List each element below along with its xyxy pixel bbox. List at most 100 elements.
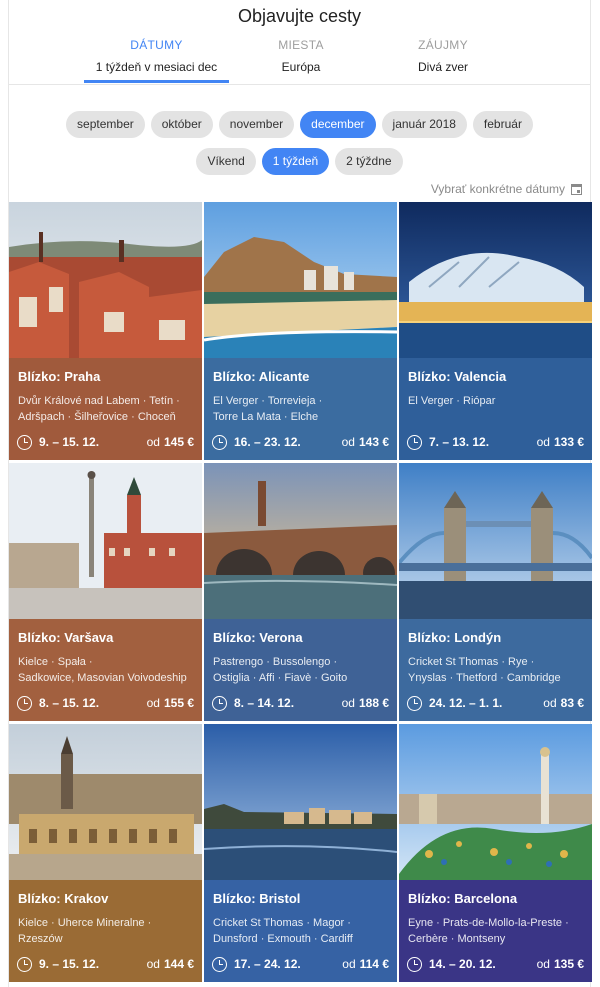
specific-dates-link[interactable]: Vybrať konkrétne dátumy bbox=[431, 182, 582, 196]
destination-name: Blízko: Varšava bbox=[18, 630, 114, 645]
tab-label: DÁTUMY bbox=[130, 38, 183, 52]
price-value: 144 € bbox=[163, 957, 194, 971]
places-line: Torre La Mata · Elche bbox=[213, 411, 319, 423]
trip-price: od 145 € bbox=[147, 435, 194, 449]
chip-month-september[interactable]: september bbox=[66, 111, 145, 138]
destination-card-verona[interactable]: Blízko: Verona Pastrengo · Bussolengo · O… bbox=[204, 463, 397, 721]
trip-dates: 16. – 23. 12. bbox=[234, 435, 301, 449]
clock-icon bbox=[212, 434, 227, 450]
places-line: Dunsford · Exmouth · Cardiff bbox=[213, 933, 353, 945]
clock-icon bbox=[17, 956, 32, 972]
destination-card-bristol[interactable]: Blízko: Bristol Cricket St Thomas · Mago… bbox=[204, 724, 397, 982]
trip-dates: 9. – 15. 12. bbox=[39, 435, 100, 449]
destination-photo-valencia bbox=[399, 202, 592, 358]
tab-dates[interactable]: DÁTUMY 1 týždeň v mesiaci dec bbox=[84, 36, 229, 83]
destination-grid: Blízko: Praha Dvůr Králové nad Labem · T… bbox=[9, 202, 592, 982]
price-value: 155 € bbox=[163, 696, 194, 710]
nearby-places: Kielce · Spała · Sadkowice, Masovian Voiv… bbox=[18, 654, 196, 686]
chip-month-december[interactable]: december bbox=[300, 111, 376, 138]
tab-value: 1 týždeň v mesiaci dec bbox=[95, 60, 218, 74]
chip-duration-weekend[interactable]: Víkend bbox=[196, 148, 256, 175]
destination-photo-barcelona bbox=[399, 724, 592, 880]
clock-icon bbox=[17, 695, 32, 711]
trip-summary: 8. – 15. 12. od 155 € bbox=[17, 694, 194, 712]
destination-card-valencia[interactable]: Blízko: Valencia El Verger · Riópar 7. –… bbox=[399, 202, 592, 460]
clock-icon bbox=[407, 695, 422, 711]
trip-summary: 24. 12. – 1. 1. od 83 € bbox=[407, 694, 584, 712]
trip-price: od 143 € bbox=[342, 435, 389, 449]
tab-interests[interactable]: ZÁUJMY Divá zver bbox=[369, 36, 517, 74]
places-line: Kielce · Spała · bbox=[18, 656, 93, 668]
destination-name: Blízko: Alicante bbox=[213, 369, 310, 384]
chip-month-october[interactable]: október bbox=[150, 111, 213, 138]
destination-name: Blízko: Barcelona bbox=[408, 891, 518, 906]
destination-info: Blízko: Varšava Kielce · Spała · Sadkowic… bbox=[9, 619, 202, 721]
destination-name: Blízko: Valencia bbox=[408, 369, 507, 384]
divider bbox=[9, 84, 590, 85]
places-line: Ynyslas · Thetford · Cambridge bbox=[408, 672, 561, 684]
destination-info: Blízko: Bristol Cricket St Thomas · Mago… bbox=[204, 880, 397, 982]
clock-icon bbox=[407, 434, 422, 450]
destination-info: Blízko: Praha Dvůr Králové nad Labem · T… bbox=[9, 358, 202, 460]
trip-dates: 8. – 14. 12. bbox=[234, 696, 295, 710]
page-title: Objavujte cesty bbox=[237, 6, 362, 26]
tab-places[interactable]: MIESTA Európa bbox=[227, 36, 375, 74]
destination-photo-krakov bbox=[9, 724, 202, 880]
trip-summary: 9. – 15. 12. od 145 € bbox=[17, 433, 194, 451]
places-line: El Verger · Torrevieja · bbox=[213, 395, 323, 407]
destination-name: Blízko: Londýn bbox=[408, 630, 502, 645]
month-chips: september október november december janu… bbox=[9, 111, 590, 138]
specific-dates-label: Vybrať konkrétne dátumy bbox=[430, 182, 565, 196]
destination-info: Blízko: Krakov Kielce · Uherce Mineralne… bbox=[9, 880, 202, 982]
nearby-places: Kielce · Uherce Mineralne · Rzeszów bbox=[18, 915, 196, 947]
trip-summary: 9. – 15. 12. od 144 € bbox=[17, 955, 194, 973]
destination-photo-alicante bbox=[204, 202, 397, 358]
trip-price: od 133 € bbox=[537, 435, 584, 449]
price-prefix: od bbox=[536, 957, 550, 971]
destination-card-alicante[interactable]: Blízko: Alicante El Verger · Torrevieja … bbox=[204, 202, 397, 460]
destination-info: Blízko: Londýn Cricket St Thomas · Rye ·… bbox=[399, 619, 592, 721]
tab-label: MIESTA bbox=[278, 38, 324, 52]
chip-duration-1-week[interactable]: 1 týždeň bbox=[261, 148, 330, 175]
trip-summary: 7. – 13. 12. od 133 € bbox=[407, 433, 584, 451]
destination-name: Blízko: Krakov bbox=[18, 891, 109, 906]
destination-card-krakov[interactable]: Blízko: Krakov Kielce · Uherce Mineralne… bbox=[9, 724, 202, 982]
places-line: Cerbère · Montseny bbox=[408, 933, 506, 945]
places-line: El Verger · Riópar bbox=[408, 395, 496, 407]
price-prefix: od bbox=[543, 696, 557, 710]
trip-summary: 17. – 24. 12. od 114 € bbox=[212, 955, 389, 973]
destination-info: Blízko: Barcelona Eyne · Prats-de-Mollo-… bbox=[399, 880, 592, 982]
trip-price: od 135 € bbox=[537, 957, 584, 971]
destination-card-londyn[interactable]: Blízko: Londýn Cricket St Thomas · Rye ·… bbox=[399, 463, 592, 721]
nearby-places: Cricket St Thomas · Magor · Dunsford · Ex… bbox=[213, 915, 391, 947]
chip-month-november[interactable]: november bbox=[218, 111, 295, 138]
trip-dates: 7. – 13. 12. bbox=[429, 435, 490, 449]
price-prefix: od bbox=[341, 696, 355, 710]
trip-price: od 114 € bbox=[342, 957, 389, 971]
chip-month-january-2018[interactable]: január 2018 bbox=[381, 111, 467, 138]
places-line: Cricket St Thomas · Rye · bbox=[408, 656, 535, 668]
trip-summary: 8. – 14. 12. od 188 € bbox=[212, 694, 389, 712]
destination-card-praha[interactable]: Blízko: Praha Dvůr Králové nad Labem · T… bbox=[9, 202, 202, 460]
price-value: 188 € bbox=[358, 696, 389, 710]
nearby-places: Pastrengo · Bussolengo · Ostiglia · Affi … bbox=[213, 654, 391, 686]
destination-card-barcelona[interactable]: Blízko: Barcelona Eyne · Prats-de-Mollo-… bbox=[399, 724, 592, 982]
places-line: Kielce · Uherce Mineralne · bbox=[18, 917, 152, 929]
chip-duration-2-weeks[interactable]: 2 týždne bbox=[335, 148, 403, 175]
destination-photo-verona bbox=[204, 463, 397, 619]
price-prefix: od bbox=[146, 696, 160, 710]
places-line: Rzeszów bbox=[18, 933, 63, 945]
price-value: 143 € bbox=[358, 435, 389, 449]
clock-icon bbox=[212, 695, 227, 711]
price-value: 114 € bbox=[359, 957, 389, 971]
places-line: Ostiglia · Affi · Fiavè · Goito bbox=[213, 672, 348, 684]
explore-panel: Objavujte cesty DÁTUMY 1 týždeň v mesiac… bbox=[8, 0, 592, 987]
price-prefix: od bbox=[536, 435, 550, 449]
trip-price: od 155 € bbox=[147, 696, 194, 710]
calendar-icon bbox=[571, 183, 582, 195]
nearby-places: Dvůr Králové nad Labem · Tetín · Adršpach… bbox=[18, 393, 196, 425]
destination-card-varsava[interactable]: Blízko: Varšava Kielce · Spała · Sadkowic… bbox=[9, 463, 202, 721]
chip-month-february[interactable]: február bbox=[472, 111, 533, 138]
places-line: Sadkowice, Masovian Voivodeship bbox=[18, 672, 187, 684]
active-tab-indicator bbox=[84, 80, 229, 83]
